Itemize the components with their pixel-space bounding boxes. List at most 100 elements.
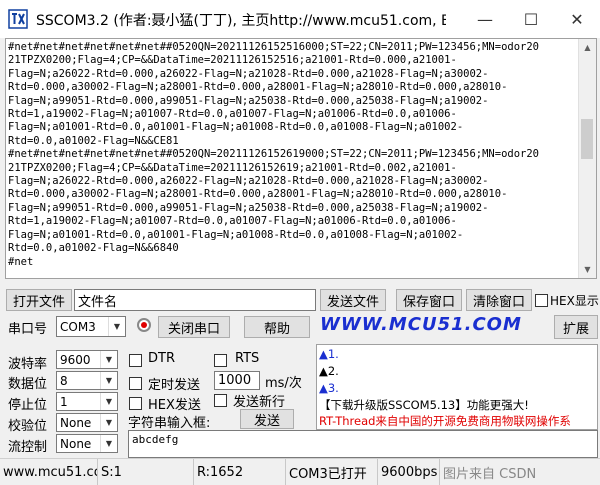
send-newline-label: 发送新行 [233, 395, 286, 410]
chevron-down-icon: ▼ [108, 317, 125, 336]
receive-text[interactable]: #net#net#net#net#net#net##0520QN=2021112… [8, 41, 576, 276]
receive-line: Flag=N;a99051-Rtd=0.000,a99051-Flag=N;a2… [8, 94, 489, 107]
timed-send-label: 定时发送 [148, 378, 201, 393]
receive-line: 21TPZX0200;Flag=4;CP=&&DataTime=20211126… [8, 161, 457, 174]
timed-send-checkbox[interactable] [129, 377, 142, 390]
send-button[interactable]: 发送 [240, 409, 294, 429]
help-button[interactable]: 帮助 [244, 316, 310, 338]
chevron-down-icon: ▼ [100, 435, 117, 452]
scroll-down-icon[interactable]: ▼ [579, 261, 596, 278]
status-bar: www.mcu51.cor S:1 R:1652 COM3已打开 9600bps… [0, 458, 600, 485]
receive-line: Rtd=1,a19002-Flag=N;a01007-Rtd=0.0,a0100… [8, 108, 457, 121]
dtr-label: DTR [148, 351, 175, 366]
maximize-icon: ☐ [523, 9, 539, 29]
flow-label: 流控制 [8, 440, 48, 455]
rts-label: RTS [235, 351, 260, 366]
message-line-1[interactable]: ▲1. [319, 347, 339, 361]
input-label: 字符串输入框: [128, 416, 211, 431]
expand-button[interactable]: 扩展 [554, 315, 598, 339]
parity-value: None [60, 415, 92, 430]
receive-line: Rtd=0.000,a30002-Flag=N;a28001-Rtd=0.000… [8, 81, 508, 94]
port-value: COM3 [60, 319, 96, 334]
scroll-up-icon[interactable]: ▲ [579, 39, 596, 56]
triangle-icon: ▲ [319, 347, 328, 361]
stopbits-value: 1 [60, 394, 68, 409]
receive-line: Flag=N;a26022-Rtd=0.000,a26022-Flag=N;a2… [8, 175, 489, 188]
hex-display-label: HEX显示 [550, 294, 599, 308]
send-file-button[interactable]: 发送文件 [320, 289, 386, 311]
chevron-down-icon: ▼ [100, 351, 117, 368]
app-icon [8, 9, 28, 29]
message-line-3[interactable]: ▲3. [319, 381, 339, 395]
parity-label: 校验位 [8, 419, 48, 434]
close-button[interactable]: ✕ [554, 0, 600, 38]
interval-input[interactable]: 1000 [214, 371, 260, 390]
rt-thread-link[interactable]: RT-Thread来自中国的开源免费商用物联网操作系 [319, 413, 595, 429]
rts-checkbox[interactable] [214, 354, 227, 367]
status-website[interactable]: www.mcu51.cor [0, 459, 98, 485]
receive-line: Flag=N;a01001-Rtd=0.0,a01001-Flag=N;a010… [8, 121, 464, 134]
mcu51-logo[interactable]: WWW.MCU51.COM [320, 314, 522, 335]
save-window-button[interactable]: 保存窗口 [396, 289, 462, 311]
stopbits-label: 停止位 [8, 398, 48, 413]
port-select[interactable]: COM3 ▼ [56, 316, 126, 337]
minimize-button[interactable]: — [462, 0, 508, 38]
flow-value: None [60, 436, 92, 451]
receive-scrollbar[interactable]: ▲ ▼ [578, 39, 596, 278]
port-status-icon [137, 318, 151, 332]
receive-line: Flag=N;a99051-Rtd=0.000,a99051-Flag=N;a2… [8, 201, 489, 214]
receive-line: Flag=N;a26022-Rtd=0.000,a26022-Flag=N;a2… [8, 67, 489, 80]
receive-line: Rtd=0.0,a01002-Flag=N&&CE81 [8, 134, 179, 147]
receive-line: #net#net#net#net#net#net##0520QN=2021112… [8, 148, 540, 161]
receive-line: #net#net#net#net#net#net##0520QN=2021112… [8, 41, 540, 53]
databits-select[interactable]: 8 ▼ [56, 371, 118, 390]
receive-line: 21TPZX0200;Flag=4;CP=&&DataTime=20211126… [8, 54, 457, 67]
title-bar[interactable]: SSCOM3.2 (作者:聂小猛(丁丁), 主页http://www.mcu51… [0, 0, 600, 38]
chevron-down-icon: ▼ [100, 414, 117, 431]
sscom-window: SSCOM3.2 (作者:聂小猛(丁丁), 主页http://www.mcu51… [0, 0, 600, 485]
status-baud: 9600bps [378, 459, 440, 485]
hex-send-checkbox[interactable] [129, 397, 142, 410]
receive-line: #net [8, 255, 34, 268]
receive-line: Rtd=0.000,a30002-Flag=N;a28001-Rtd=0.000… [8, 188, 508, 201]
receive-line: Rtd=1,a19002-Flag=N;a01007-Rtd=0.0,a0100… [8, 215, 457, 228]
clear-window-button[interactable]: 清除窗口 [466, 289, 532, 311]
parity-select[interactable]: None ▼ [56, 413, 118, 432]
send-input[interactable]: abcdefg [128, 430, 598, 458]
databits-label: 数据位 [8, 377, 48, 392]
hex-display-checkbox[interactable] [535, 294, 548, 307]
status-watermark: 图片来自 CSDN [443, 466, 537, 482]
status-sent: S:1 [98, 459, 194, 485]
receive-line: Flag=N;a01001-Rtd=0.0,a01001-Flag=N;a010… [8, 228, 464, 241]
upgrade-link[interactable]: 【下载升级版SSCOM5.13】功能更强大! [319, 397, 529, 413]
receive-area[interactable]: #net#net#net#net#net#net##0520QN=2021112… [5, 38, 597, 279]
interval-unit-label: ms/次 [265, 376, 302, 391]
triangle-icon: ▲ [319, 364, 328, 378]
hex-send-label: HEX发送 [148, 398, 201, 413]
status-received: R:1652 [194, 459, 286, 485]
close-icon: ✕ [570, 9, 584, 29]
window-title: SSCOM3.2 (作者:聂小猛(丁丁), 主页http://www.mcu51… [36, 13, 446, 29]
open-file-button[interactable]: 打开文件 [6, 289, 72, 311]
chevron-down-icon: ▼ [100, 372, 117, 389]
chevron-down-icon: ▼ [100, 393, 117, 410]
databits-value: 8 [60, 373, 68, 388]
flow-select[interactable]: None ▼ [56, 434, 118, 453]
message-line-2[interactable]: ▲2. [319, 364, 339, 378]
minimize-icon: — [477, 9, 493, 29]
scroll-thumb[interactable] [581, 119, 593, 159]
stopbits-select[interactable]: 1 ▼ [56, 392, 118, 411]
baud-label: 波特率 [8, 357, 48, 372]
send-newline-checkbox[interactable] [214, 394, 227, 407]
maximize-button[interactable]: ☐ [508, 0, 554, 38]
triangle-icon: ▲ [319, 381, 328, 395]
baud-value: 9600 [60, 352, 91, 367]
receive-line: Rtd=0.0,a01002-Flag=N&&6840 [8, 242, 179, 255]
port-label: 串口号 [8, 322, 48, 337]
status-port-state: COM3已打开 [286, 459, 378, 485]
message-panel: ▲1. ▲2. ▲3. 【下载升级版SSCOM5.13】功能更强大! RT-Th… [316, 344, 598, 430]
close-port-button[interactable]: 关闭串口 [158, 316, 230, 338]
dtr-checkbox[interactable] [129, 354, 142, 367]
filename-input[interactable]: 文件名 [74, 289, 316, 311]
baud-select[interactable]: 9600 ▼ [56, 350, 118, 369]
